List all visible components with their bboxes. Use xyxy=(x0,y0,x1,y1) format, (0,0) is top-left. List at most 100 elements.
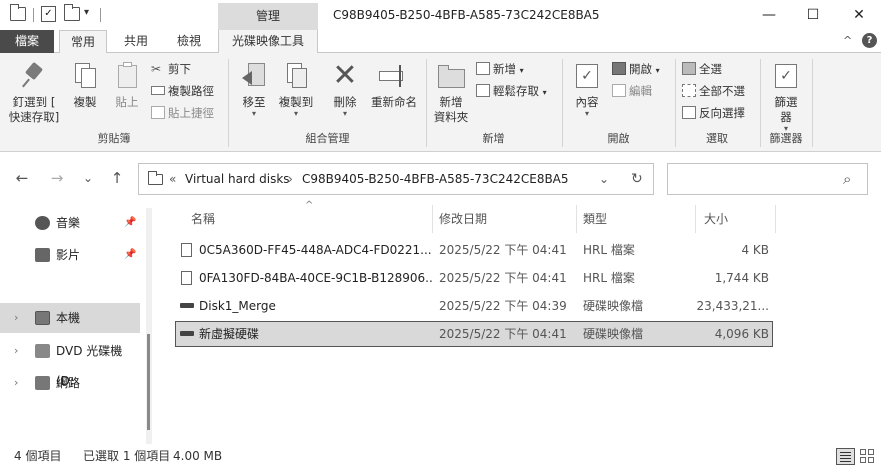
select-none-button[interactable]: 全部不選 xyxy=(682,81,745,101)
column-header-modified[interactable]: 修改日期 xyxy=(439,205,574,233)
cut-button[interactable]: ✂ 剪下 xyxy=(151,59,191,79)
invert-selection-label: 反向選擇 xyxy=(699,106,745,120)
column-separator[interactable] xyxy=(432,205,433,233)
breadcrumb-virtual-hard-disks[interactable]: Virtual hard disks xyxy=(185,164,290,194)
up-button[interactable]: ↑ xyxy=(107,168,127,188)
copy-button[interactable]: 複製 xyxy=(66,61,104,110)
sidebar-item-this-pc[interactable]: › 本機 xyxy=(0,303,140,333)
copy-to-button[interactable]: 複製到 ▾ xyxy=(276,61,316,118)
address-bar[interactable]: « Virtual hard disks › C98B9405-B250-4BF… xyxy=(138,163,654,195)
pin-label-line1: 釘選到 [ xyxy=(12,95,56,109)
rename-label: 重新命名 xyxy=(371,95,417,109)
edit-button[interactable]: 編輯 xyxy=(612,81,652,101)
file-row[interactable]: Disk1_Merge 2025/5/22 下午 04:39 硬碟映像檔 23,… xyxy=(175,293,773,319)
manage-context-label: 管理 xyxy=(218,3,318,30)
expand-chevron-icon[interactable]: › xyxy=(14,303,18,333)
new-folder-icon[interactable] xyxy=(64,4,80,21)
title-bar: ✓ ▾ 管理 C98B9405-B250-4BFB-A585-73C242CE8… xyxy=(0,0,881,30)
paste-button[interactable]: 貼上 xyxy=(108,61,146,110)
invert-selection-button[interactable]: 反向選擇 xyxy=(682,103,745,123)
breadcrumb-current-folder[interactable]: C98B9405-B250-4BFB-A585-73C242CE8BA5 xyxy=(302,164,569,194)
tab-share[interactable]: 共用 xyxy=(112,30,160,53)
paste-icon xyxy=(112,61,142,91)
easy-access-button[interactable]: 輕鬆存取 ▾ xyxy=(476,81,547,101)
move-to-button[interactable]: 移至 ▾ xyxy=(236,61,272,118)
navigation-pane: 音樂 📌 影片 📌 › 本機 › DVD 光碟機 (D: › 網路 xyxy=(0,205,158,445)
expand-chevron-icon[interactable]: › xyxy=(14,368,18,398)
open-icon xyxy=(612,62,626,75)
customize-quick-access-icon[interactable]: ▾ xyxy=(84,7,89,18)
document-icon xyxy=(181,271,192,285)
dvd-icon xyxy=(35,344,50,358)
delete-button[interactable]: ✕ 刪除 ▾ xyxy=(328,61,362,118)
edit-label: 編輯 xyxy=(629,84,652,98)
search-icon[interactable]: ⌕ xyxy=(843,164,851,194)
filter-label-line2: 器 xyxy=(780,110,792,124)
tab-view[interactable]: 檢視 xyxy=(165,30,213,53)
details-view-icon[interactable] xyxy=(836,448,855,465)
rename-button[interactable]: 重新命名 xyxy=(366,61,422,110)
minimize-button[interactable]: — xyxy=(746,0,792,30)
new-item-button[interactable]: 新增 ▾ xyxy=(476,59,524,79)
paste-shortcut-button[interactable]: 貼上捷徑 xyxy=(151,103,214,123)
copy-path-button[interactable]: 複製路徑 xyxy=(151,81,214,101)
back-button[interactable]: ← xyxy=(12,168,32,188)
column-separator[interactable] xyxy=(695,205,696,233)
sidebar-item-videos[interactable]: 影片 📌 xyxy=(0,240,140,270)
open-group-label: 開啟 xyxy=(607,132,630,145)
sidebar-item-dvd-drive[interactable]: › DVD 光碟機 (D: xyxy=(0,336,140,388)
properties-label: 內容 xyxy=(575,95,599,109)
sidebar-item-network[interactable]: › 網路 xyxy=(0,368,140,398)
properties-button[interactable]: ✓ 內容 ▾ xyxy=(568,61,606,118)
pin-to-quick-access-button[interactable]: 釘選到 [ 快速存取] xyxy=(6,61,62,125)
new-folder-button[interactable]: 新增 資料夾 xyxy=(431,61,471,125)
column-separator[interactable] xyxy=(775,205,776,233)
new-item-icon xyxy=(476,62,490,75)
select-none-icon xyxy=(682,84,696,97)
breadcrumb-overflow-icon[interactable]: « xyxy=(169,164,176,194)
filter-button[interactable]: ✓ 篩選 器 ▾ xyxy=(765,61,807,133)
file-row[interactable]: 0FA130FD-84BA-40CE-9C1B-B128906... 2025/… xyxy=(175,265,773,291)
collapse-ribbon-icon[interactable]: ^ xyxy=(843,34,852,47)
tab-disk-image-tools[interactable]: 光碟映像工具 xyxy=(218,30,318,53)
file-row-selected[interactable]: 新虛擬硬碟 2025/5/22 下午 04:41 硬碟映像檔 4,096 KB xyxy=(175,321,773,347)
dropdown-arrow-icon: ▾ xyxy=(342,109,347,118)
column-header-name[interactable]: 名稱 xyxy=(191,205,431,233)
open-button[interactable]: 開啟 ▾ xyxy=(612,59,660,79)
file-modified: 2025/5/22 下午 04:39 xyxy=(439,299,567,313)
folder-icon[interactable] xyxy=(10,4,26,21)
maximize-button[interactable]: ☐ xyxy=(790,0,836,30)
paste-shortcut-icon xyxy=(151,106,165,119)
tab-home[interactable]: 常用 xyxy=(59,30,107,54)
sidebar-item-label: 影片 xyxy=(56,248,81,262)
file-size: 1,744 KB xyxy=(714,271,769,285)
copy-path-label: 複製路徑 xyxy=(168,84,214,98)
column-header-type[interactable]: 類型 xyxy=(583,205,693,233)
properties-check-icon[interactable]: ✓ xyxy=(41,6,56,22)
search-input[interactable]: ⌕ xyxy=(667,163,868,195)
new-group-label: 新增 xyxy=(482,132,505,145)
refresh-icon[interactable]: ↻ xyxy=(631,164,643,194)
column-header-size[interactable]: 大小 xyxy=(704,205,774,233)
folder-icon xyxy=(148,171,163,185)
new-folder-label-line1: 新增 xyxy=(439,95,463,109)
new-item-label: 新增 xyxy=(493,62,516,76)
forward-button[interactable]: → xyxy=(47,168,67,188)
sidebar-item-music[interactable]: 音樂 📌 xyxy=(0,208,140,238)
expand-chevron-icon[interactable]: › xyxy=(14,336,18,366)
ribbon: 釘選到 [ 快速存取] 複製 貼上 ✂ 剪下 複製路徑 貼上捷徑 剪貼簿 移至 ▾ xyxy=(0,53,881,152)
sidebar-scrollbar-thumb[interactable] xyxy=(147,334,150,430)
tab-file[interactable]: 檔案 xyxy=(0,30,54,53)
select-all-button[interactable]: 全選 xyxy=(682,59,722,79)
invert-selection-icon xyxy=(682,106,696,119)
breadcrumb-separator-icon[interactable]: › xyxy=(288,164,293,194)
column-separator[interactable] xyxy=(576,205,577,233)
help-icon[interactable]: ? xyxy=(862,33,877,48)
file-row[interactable]: 0C5A360D-FF45-448A-ADC4-FD0221... 2025/5… xyxy=(175,237,773,263)
recent-locations-button[interactable]: ⌄ xyxy=(78,168,98,188)
close-button[interactable]: ✕ xyxy=(836,0,881,30)
selected-size: 4.00 MB xyxy=(173,449,223,463)
move-to-label: 移至 xyxy=(242,95,266,109)
large-icons-view-icon[interactable] xyxy=(860,449,875,464)
address-dropdown-icon[interactable]: ⌄ xyxy=(599,164,609,194)
